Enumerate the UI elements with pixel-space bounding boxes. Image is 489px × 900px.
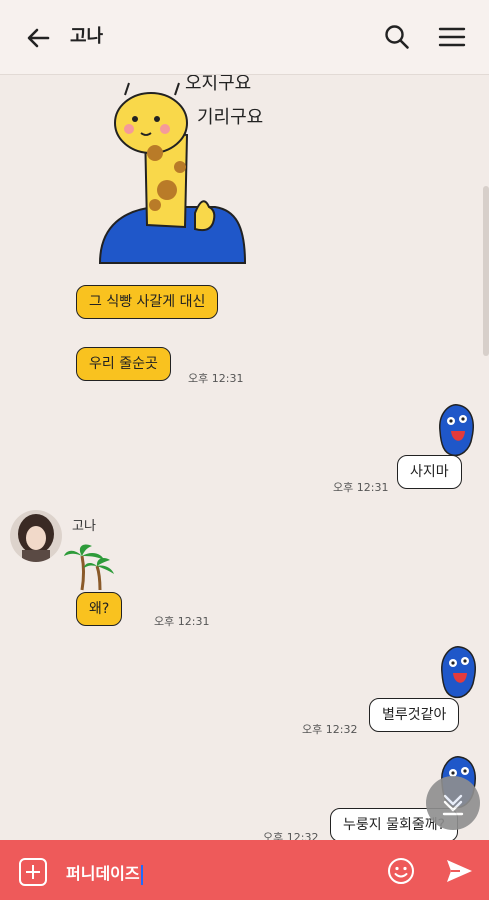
sticker-caption-2: 기리구요 [197, 107, 264, 128]
chat-header: 고나 [0, 0, 489, 75]
monster-sticker [441, 646, 476, 699]
search-icon[interactable] [382, 22, 412, 52]
sticker-caption-1: 오지구요 [185, 75, 252, 94]
message-input[interactable]: 퍼니데이즈 [66, 860, 143, 885]
message-timestamp: 오후 12:32 [263, 831, 319, 840]
chat-area[interactable]: 오지구요 기리구요 그 식빵 사갈게 대신 우리 줄순곳 오후 12:31 사지… [0, 75, 489, 840]
sender-name: 고나 [72, 519, 96, 534]
emoji-icon[interactable] [386, 856, 416, 886]
monster-sticker [439, 404, 474, 457]
menu-icon[interactable] [437, 22, 467, 52]
message-bubble[interactable]: 왜? [76, 592, 123, 626]
scrollbar[interactable] [483, 186, 489, 356]
palm-tree-sticker [64, 544, 114, 591]
scroll-to-bottom-button[interactable] [426, 776, 480, 830]
message-timestamp: 오후 12:31 [333, 481, 389, 494]
chat-title: 고나 [70, 26, 104, 47]
add-icon[interactable] [19, 858, 47, 886]
back-arrow-icon[interactable] [22, 22, 54, 54]
message-timestamp: 오후 12:32 [302, 723, 358, 736]
text-caret [140, 864, 143, 885]
message-timestamp: 오후 12:31 [188, 372, 244, 385]
avatar[interactable] [10, 510, 62, 562]
send-icon[interactable] [444, 856, 474, 886]
message-timestamp: 오후 12:31 [154, 615, 210, 628]
message-bubble[interactable]: 그 식빵 사갈게 대신 [76, 285, 219, 319]
message-bubble[interactable]: 우리 줄순곳 [76, 347, 171, 381]
message-bubble[interactable]: 별루것같아 [369, 698, 460, 732]
scroll-down-icon [442, 794, 464, 816]
composer-bar: 퍼니데이즈 [0, 840, 489, 900]
message-input-value: 퍼니데이즈 [66, 864, 140, 883]
message-bubble[interactable]: 사지마 [397, 455, 462, 489]
